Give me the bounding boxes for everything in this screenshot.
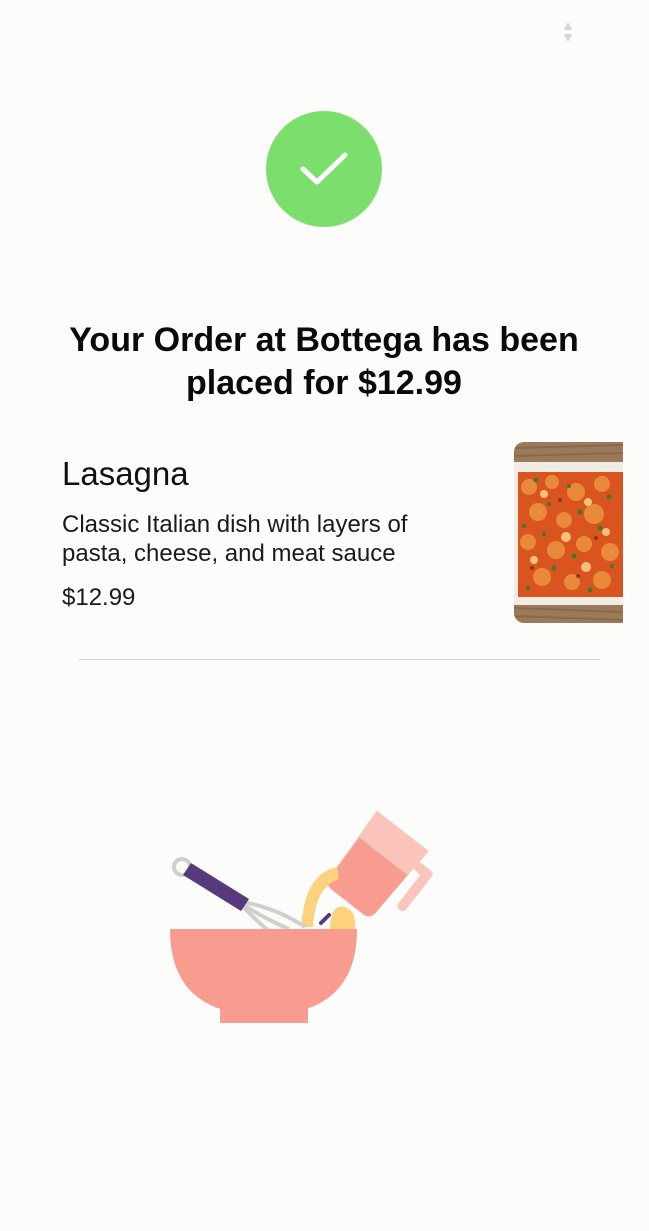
scroll-indicator-icon — [564, 22, 572, 42]
mixing-bowl-illustration — [170, 810, 433, 1023]
item-name: Lasagna — [62, 455, 189, 492]
check-icon — [300, 152, 348, 185]
confirmation-headline: Your Order at Bottega has been placed fo… — [69, 321, 579, 402]
success-badge — [266, 111, 382, 227]
order-confirmation-screen: Your Order at Bottega has been placed fo… — [0, 0, 649, 1231]
item-price: $12.99 — [62, 584, 136, 611]
order-item-card[interactable]: Lasagna Classic Italian dish with layers… — [62, 440, 623, 625]
item-photo — [514, 442, 623, 623]
item-description: Classic Italian dish with layers of past… — [62, 511, 408, 567]
divider — [79, 659, 600, 660]
